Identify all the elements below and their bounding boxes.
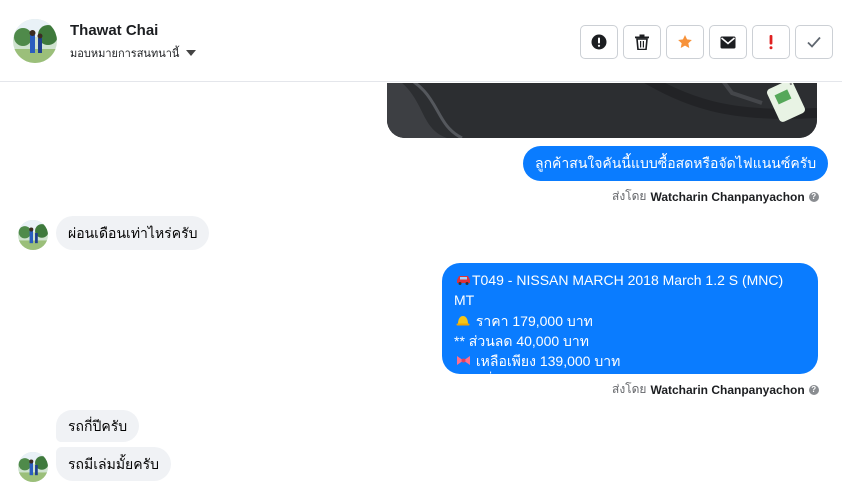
mark-unread-button[interactable] [709, 25, 747, 59]
conversation-header: Thawat Chai มอบหมายการสนทนานี้ [0, 0, 842, 82]
sent-by-name[interactable]: Watcharin Chanpanyachon [650, 383, 804, 397]
sent-by-label: ส่งโดย Watcharin Chanpanyachon ? [612, 187, 819, 206]
delete-button[interactable] [623, 25, 661, 59]
listing-line-discount: ** ส่วนลด 40,000 บาท [454, 332, 590, 349]
star-icon [678, 35, 692, 48]
mark-done-button[interactable] [795, 25, 833, 59]
caret-down-icon [186, 50, 197, 56]
alert-circle-icon [591, 34, 607, 50]
mark-important-button[interactable] [752, 25, 790, 59]
contact-avatar-small[interactable] [18, 452, 48, 482]
shared-car-photo[interactable] [387, 83, 817, 138]
exclamation-icon [769, 35, 773, 50]
check-icon [807, 36, 821, 48]
listing-line-model: T049 - NISSAN MARCH 2018 March 1.2 S (MN… [454, 270, 784, 309]
star-button[interactable] [666, 25, 704, 59]
assign-conversation-dropdown[interactable]: มอบหมายการสนทนานี้ [70, 44, 197, 62]
question-icon[interactable]: ? [808, 384, 819, 395]
mark-spam-button[interactable] [580, 25, 618, 59]
listing-line-price: ราคา 179,000 บาท [454, 311, 806, 331]
message-thread[interactable]: ลูกค้าสนใจคันนี้แบบซื้อสดหรือจัดไฟแนนซ์ค… [0, 83, 842, 501]
contact-avatar[interactable] [13, 19, 57, 63]
outgoing-message-listing[interactable]: T049 - NISSAN MARCH 2018 March 1.2 S (MN… [442, 263, 818, 389]
sent-by-prefix: ส่งโดย [612, 189, 647, 203]
incoming-message[interactable]: รถมีเล่มมั้ยครับ [56, 447, 172, 481]
incoming-message[interactable]: ผ่อนเดือนเท่าไหร่ครับ [56, 216, 210, 250]
sent-by-prefix: ส่งโดย [612, 382, 647, 396]
bell-icon [454, 311, 472, 331]
sent-by-label: ส่งโดย Watcharin Chanpanyachon ? [612, 380, 819, 399]
question-icon[interactable]: ? [808, 191, 819, 202]
sent-by-name[interactable]: Watcharin Chanpanyachon [650, 190, 804, 204]
listing-line-final-price: เหลือเพียง 139,000 บาท [454, 351, 806, 371]
trash-icon [635, 34, 649, 50]
assign-label: มอบหมายการสนทนานี้ [70, 48, 180, 60]
ribbon-icon [454, 351, 472, 371]
contact-name[interactable]: Thawat Chai [70, 22, 158, 39]
contact-avatar-small[interactable] [18, 220, 48, 250]
envelope-icon [720, 36, 736, 48]
car-icon [454, 270, 472, 290]
outgoing-message[interactable]: ลูกค้าสนใจคันนี้แบบซื้อสดหรือจัดไฟแนนซ์ค… [523, 146, 829, 181]
action-toolbar [580, 25, 833, 59]
incoming-message[interactable]: รถกี่ปีครับ [56, 410, 140, 442]
